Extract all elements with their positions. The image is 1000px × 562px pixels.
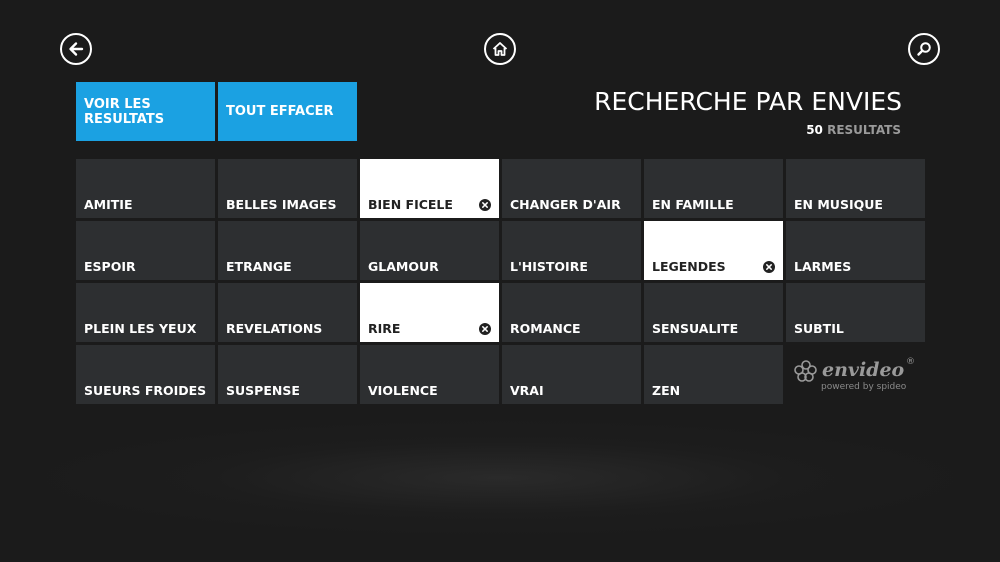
tag-label: RIRE [368, 321, 401, 336]
tag-label: ESPOIR [84, 259, 136, 274]
tag-label: SUBTIL [794, 321, 844, 336]
page-title: RECHERCHE PAR ENVIES [594, 87, 902, 116]
tag-tile[interactable]: BELLES IMAGES [218, 159, 357, 218]
tag-tile[interactable]: AMITIE [76, 159, 215, 218]
back-button[interactable] [60, 33, 92, 65]
tag-label: LEGENDES [652, 259, 726, 274]
results-count-number: 50 [806, 123, 823, 137]
tag-label: BELLES IMAGES [226, 197, 337, 212]
tag-label: AMITIE [84, 197, 133, 212]
tag-label: EN MUSIQUE [794, 197, 883, 212]
tag-tile[interactable]: RIRE [360, 283, 499, 342]
remove-tag-icon[interactable] [479, 199, 491, 211]
tag-tile[interactable]: ROMANCE [502, 283, 641, 342]
tag-tile[interactable]: CHANGER D'AIR [502, 159, 641, 218]
tag-tile[interactable]: ESPOIR [76, 221, 215, 280]
tag-tile[interactable]: SUEURS FROIDES [76, 345, 215, 404]
tag-label: SUSPENSE [226, 383, 300, 398]
clear-all-button[interactable]: TOUT EFFACER [218, 82, 357, 141]
arrow-left-icon [69, 42, 84, 56]
tag-label: REVELATIONS [226, 321, 323, 336]
tag-tile[interactable]: GLAMOUR [360, 221, 499, 280]
tag-tile[interactable]: SUBTIL [786, 283, 925, 342]
tag-tile[interactable]: EN FAMILLE [644, 159, 783, 218]
logo-name: envideo [822, 359, 905, 381]
tag-tile[interactable]: PLEIN LES YEUX [76, 283, 215, 342]
tag-label: CHANGER D'AIR [510, 197, 621, 212]
tag-tile[interactable]: VIOLENCE [360, 345, 499, 404]
tag-label: BIEN FICELE [368, 197, 453, 212]
tag-tile[interactable]: EN MUSIQUE [786, 159, 925, 218]
remove-tag-icon[interactable] [763, 261, 775, 273]
tag-label: SENSUALITE [652, 321, 739, 336]
mood-tag-grid: AMITIE BELLES IMAGES BIEN FICELE CHANGER D'… [76, 159, 925, 404]
home-button[interactable] [484, 33, 516, 65]
tag-label: GLAMOUR [368, 259, 439, 274]
flower-logo-icon [794, 360, 817, 382]
tag-label: EN FAMILLE [652, 197, 734, 212]
results-count: 50 RESULTATS [806, 123, 901, 137]
search-button[interactable] [908, 33, 940, 65]
tag-tile[interactable]: SENSUALITE [644, 283, 783, 342]
logo-tagline: powered by spideo [821, 382, 907, 392]
tag-tile[interactable]: BIEN FICELE [360, 159, 499, 218]
tag-label: ZEN [652, 383, 681, 398]
tag-tile[interactable]: ZEN [644, 345, 783, 404]
tag-label: VIOLENCE [368, 383, 438, 398]
tag-label: PLEIN LES YEUX [84, 321, 197, 336]
envideo-logo: envideo ® powered by spideo [786, 345, 925, 404]
show-results-button[interactable]: VOIR LES RESULTATS [76, 82, 215, 141]
tag-label: SUEURS FROIDES [84, 383, 207, 398]
search-icon [917, 42, 931, 56]
tag-label: VRAI [510, 383, 544, 398]
tag-tile[interactable]: VRAI [502, 345, 641, 404]
tag-tile[interactable]: LEGENDES [644, 221, 783, 280]
tag-label: ROMANCE [510, 321, 581, 336]
tag-tile[interactable]: SUSPENSE [218, 345, 357, 404]
tag-tile[interactable]: LARMES [786, 221, 925, 280]
tag-tile[interactable]: REVELATIONS [218, 283, 357, 342]
home-icon [492, 42, 508, 56]
tag-label: LARMES [794, 259, 852, 274]
tag-tile[interactable]: ETRANGE [218, 221, 357, 280]
tag-label: L'HISTOIRE [510, 259, 588, 274]
tag-tile[interactable]: L'HISTOIRE [502, 221, 641, 280]
remove-tag-icon[interactable] [479, 323, 491, 335]
logo-registered: ® [906, 357, 915, 367]
tag-label: ETRANGE [226, 259, 292, 274]
results-count-label: RESULTATS [827, 123, 901, 137]
